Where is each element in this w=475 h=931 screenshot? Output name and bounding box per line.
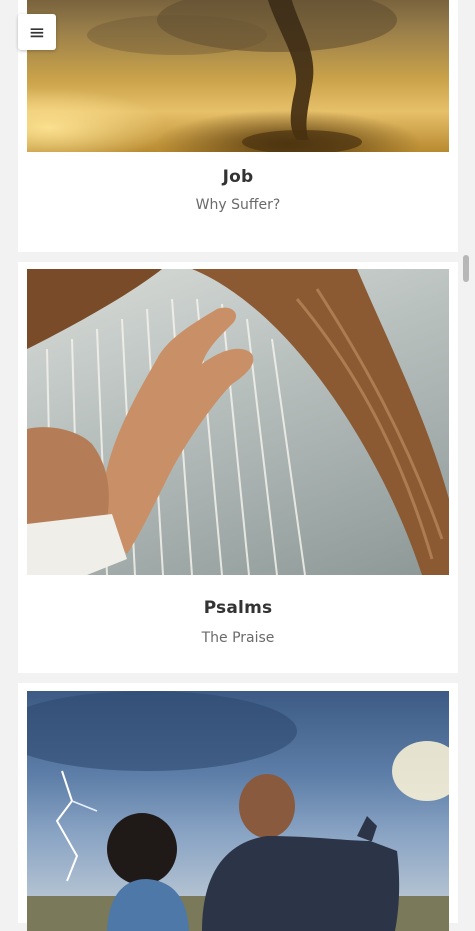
storm-scene-illustration (27, 691, 449, 931)
book-card-psalms[interactable]: Psalms The Praise (18, 262, 458, 673)
book-card-3[interactable] (18, 683, 458, 931)
card-image-storm[interactable] (27, 691, 449, 931)
book-card-job[interactable]: Job Why Suffer? (18, 0, 458, 252)
card-title[interactable]: Job (18, 167, 458, 187)
card-title[interactable]: Psalms (18, 598, 458, 618)
harp-illustration (27, 269, 449, 575)
hamburger-menu-icon: ≡ (28, 20, 46, 44)
scrollbar-thumb[interactable] (463, 255, 469, 282)
card-image-harp[interactable] (27, 269, 449, 575)
card-subtitle: The Praise (201, 630, 275, 646)
tornado-illustration (87, 0, 397, 152)
menu-button[interactable]: ≡ (18, 14, 56, 50)
card-subtitle: Why Suffer? (195, 197, 281, 213)
card-image-tornado[interactable] (27, 0, 449, 152)
